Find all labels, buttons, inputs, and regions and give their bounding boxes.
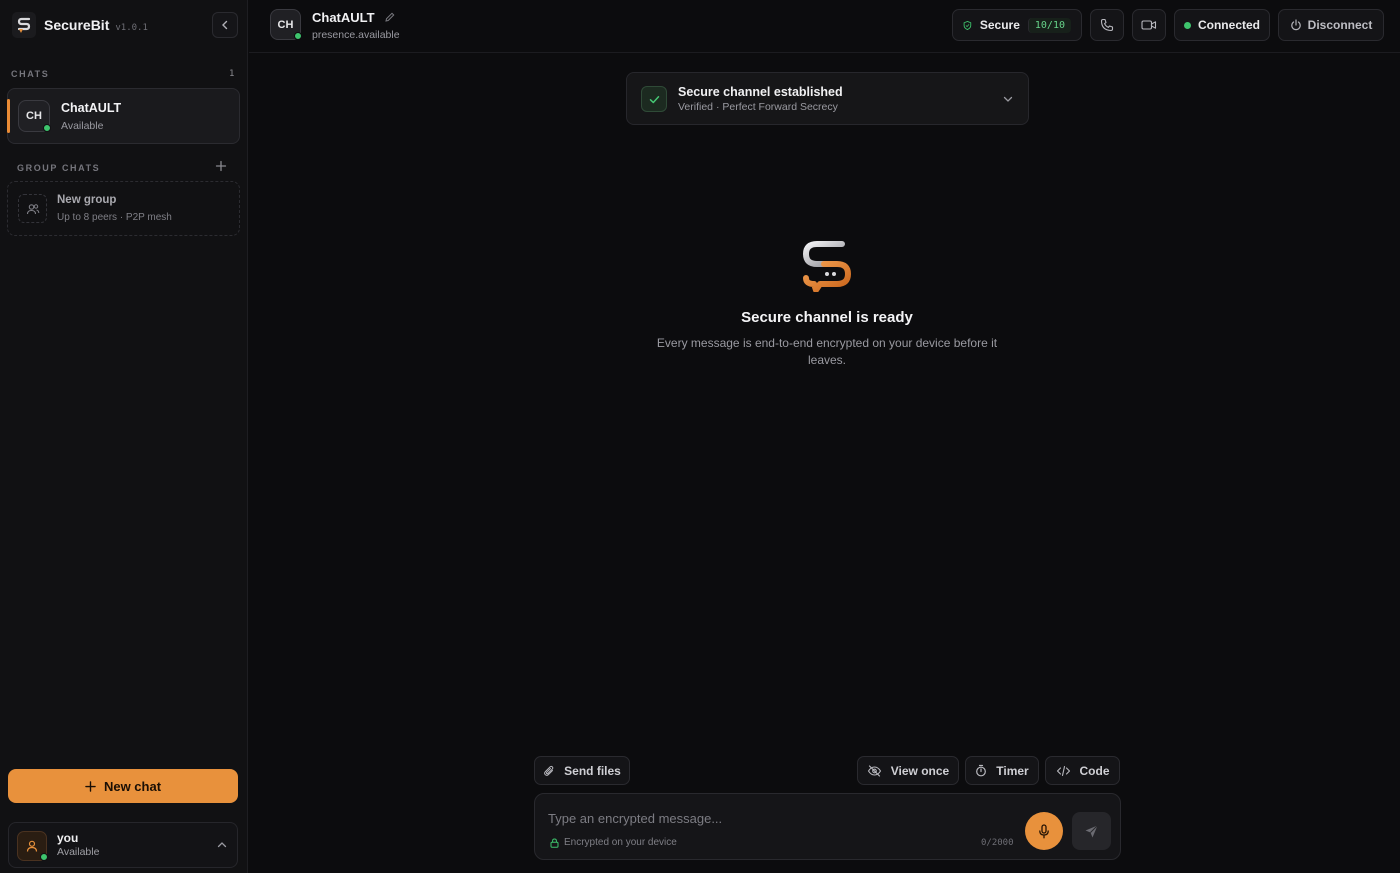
send-files-button[interactable]: Send files (534, 756, 630, 785)
banner-title: Secure channel established (678, 85, 843, 99)
securebit-logo (802, 241, 851, 292)
eye-off-icon (867, 764, 881, 777)
encryption-note: Encrypted on your device (550, 837, 677, 848)
timer-label: Timer (996, 763, 1029, 778)
chats-count: 1 (229, 69, 235, 79)
mic-icon (1039, 823, 1049, 838)
brand: SecureBit v1.0.1 (12, 11, 148, 39)
message-composer: Encrypted on your device 0/2000 (534, 793, 1121, 860)
shield-icon (963, 20, 972, 30)
active-indicator (7, 99, 10, 133)
paperclip-icon (544, 765, 554, 776)
view-once-label: View once (890, 763, 950, 778)
chevron-up-icon (217, 842, 227, 848)
send-files-label: Send files (564, 763, 621, 778)
app-name: SecureBit (44, 17, 110, 33)
code-icon (1056, 765, 1070, 776)
collapse-sidebar-button[interactable] (212, 12, 238, 38)
chevron-down-icon[interactable] (1002, 93, 1014, 105)
disconnect-label: Disconnect (1307, 18, 1373, 32)
sidebar: SecureBit v1.0.1 CHATS 1 CH ChatAULT Ava… (0, 0, 248, 873)
group-icon (18, 194, 47, 223)
code-label: Code (1079, 763, 1110, 778)
group-chats-section-label: GROUP CHATS (17, 163, 101, 173)
new-group-item[interactable]: New group Up to 8 peers · P2P mesh (7, 181, 240, 236)
pencil-icon[interactable] (384, 11, 396, 23)
app-logo (12, 12, 36, 38)
online-status-dot (294, 32, 302, 40)
phone-icon (1100, 18, 1114, 32)
security-status-button[interactable]: Secure 10/10 (952, 9, 1082, 41)
chat-name: ChatAULT (61, 101, 122, 115)
voice-message-button[interactable] (1025, 812, 1063, 850)
user-icon (26, 840, 38, 852)
empty-state-subtitle: Every message is end-to-end encrypted on… (656, 336, 998, 367)
encryption-note-text: Encrypted on your device (564, 837, 677, 848)
presence-status: presence.available (312, 29, 400, 41)
timer-button[interactable]: Timer (965, 756, 1039, 785)
user-online-dot (40, 853, 48, 861)
app-version: v1.0.1 (115, 22, 148, 33)
user-name: you (57, 831, 79, 845)
chat-list-item[interactable]: CH ChatAULT Available (7, 88, 240, 144)
avatar-initials: CH (277, 18, 294, 31)
check-icon (641, 86, 667, 112)
video-icon (1141, 20, 1157, 30)
contact-name: ChatAULT (312, 10, 375, 25)
add-group-button[interactable] (214, 160, 228, 174)
plus-icon (215, 160, 227, 172)
disconnect-button[interactable]: Disconnect (1278, 9, 1384, 41)
connection-status-button[interactable]: Connected (1174, 9, 1270, 41)
chat-header: CH ChatAULT presence.available Secure 10… (249, 0, 1400, 53)
new-group-title: New group (57, 194, 117, 206)
new-chat-label: New chat (103, 778, 162, 794)
connected-label: Connected (1197, 18, 1260, 32)
stopwatch-icon (976, 764, 987, 777)
video-call-button[interactable] (1132, 9, 1166, 41)
voice-call-button[interactable] (1090, 9, 1124, 41)
power-icon (1290, 19, 1301, 31)
secure-label: Secure (979, 18, 1020, 32)
new-chat-button[interactable]: New chat (8, 769, 238, 803)
plus-icon (85, 780, 96, 792)
lock-icon (550, 837, 559, 848)
online-status-dot (43, 124, 51, 132)
connection-status-dot (1183, 21, 1191, 29)
send-message-button[interactable] (1072, 812, 1111, 850)
new-group-subtitle: Up to 8 peers · P2P mesh (57, 212, 172, 223)
security-score: 10/10 (1027, 17, 1071, 33)
message-input[interactable] (548, 808, 1008, 828)
chat-status: Available (61, 120, 104, 132)
user-status: Available (57, 846, 100, 858)
send-icon (1085, 824, 1098, 837)
empty-state-title: Secure channel is ready (741, 309, 913, 326)
chats-section-label: CHATS (11, 69, 50, 79)
user-profile-card[interactable]: you Available (8, 822, 238, 868)
secure-channel-banner[interactable]: Secure channel established Verified · Pe… (626, 72, 1029, 125)
character-count: 0/2000 (981, 838, 1014, 848)
view-once-button[interactable]: View once (857, 756, 959, 785)
avatar-initials: CH (26, 110, 42, 122)
code-button[interactable]: Code (1045, 756, 1120, 785)
banner-subtitle: Verified · Perfect Forward Secrecy (678, 101, 838, 113)
chevron-left-icon (222, 20, 228, 30)
